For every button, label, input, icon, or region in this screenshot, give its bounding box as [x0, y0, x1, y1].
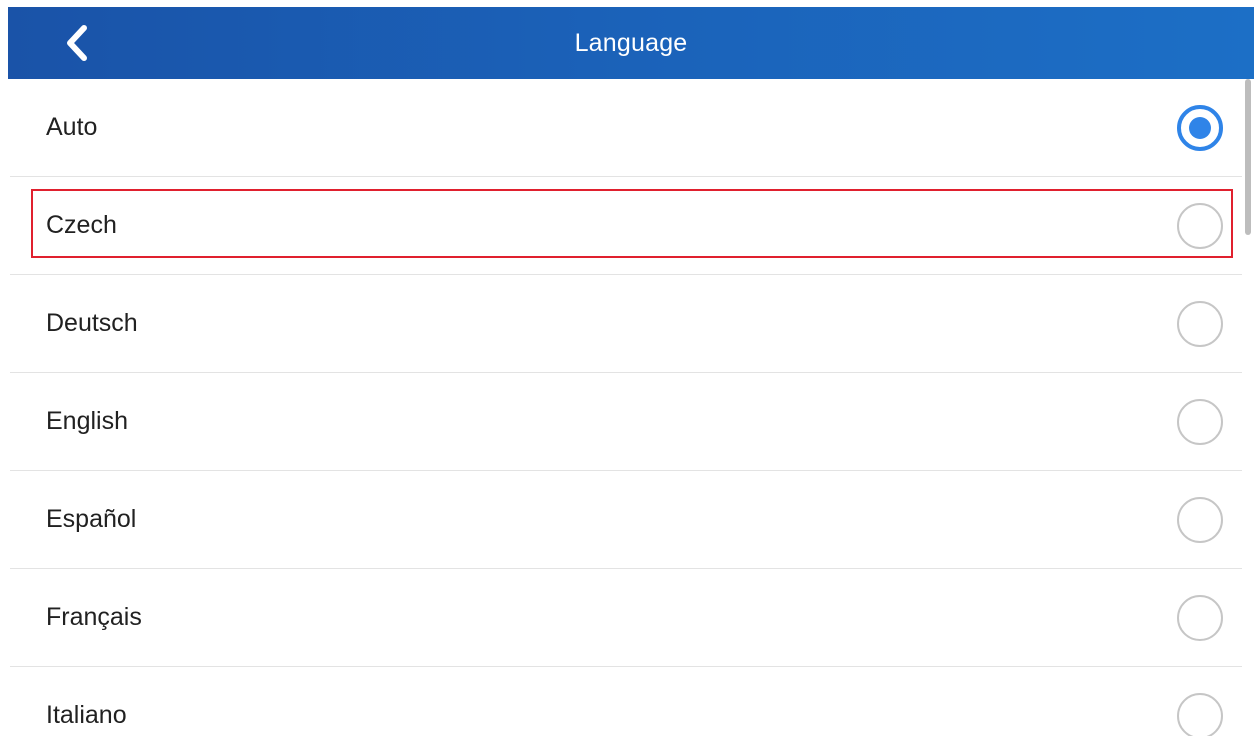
- language-option-espanol[interactable]: Español: [10, 471, 1242, 569]
- language-label: Español: [46, 505, 137, 533]
- language-label: Czech: [46, 211, 117, 239]
- language-option-english[interactable]: English: [10, 373, 1242, 471]
- language-option-francais[interactable]: Français: [10, 569, 1242, 667]
- radio-button[interactable]: [1177, 594, 1223, 641]
- back-button[interactable]: [52, 7, 102, 79]
- radio-button[interactable]: [1177, 300, 1223, 347]
- radio-button[interactable]: [1177, 496, 1223, 543]
- page-title: Language: [574, 28, 688, 57]
- language-label: Italiano: [46, 701, 127, 729]
- header-bar: Language: [8, 7, 1254, 79]
- radio-button-checked[interactable]: [1177, 104, 1223, 151]
- language-option-czech[interactable]: Czech: [10, 177, 1242, 275]
- radio-button[interactable]: [1177, 692, 1223, 736]
- scrollbar[interactable]: [1245, 79, 1251, 235]
- language-label: English: [46, 407, 128, 435]
- language-option-italiano[interactable]: Italiano: [10, 667, 1242, 736]
- language-label: Deutsch: [46, 309, 138, 337]
- language-list: Auto Czech Deutsch English Español Franç…: [10, 79, 1242, 736]
- language-screen: Language Auto Czech Deutsch English Espa…: [0, 0, 1255, 736]
- radio-button[interactable]: [1177, 202, 1223, 249]
- language-label: Français: [46, 603, 142, 631]
- language-option-auto[interactable]: Auto: [10, 79, 1242, 177]
- radio-button[interactable]: [1177, 398, 1223, 445]
- language-option-deutsch[interactable]: Deutsch: [10, 275, 1242, 373]
- language-label: Auto: [46, 113, 98, 141]
- chevron-left-icon: [67, 25, 87, 61]
